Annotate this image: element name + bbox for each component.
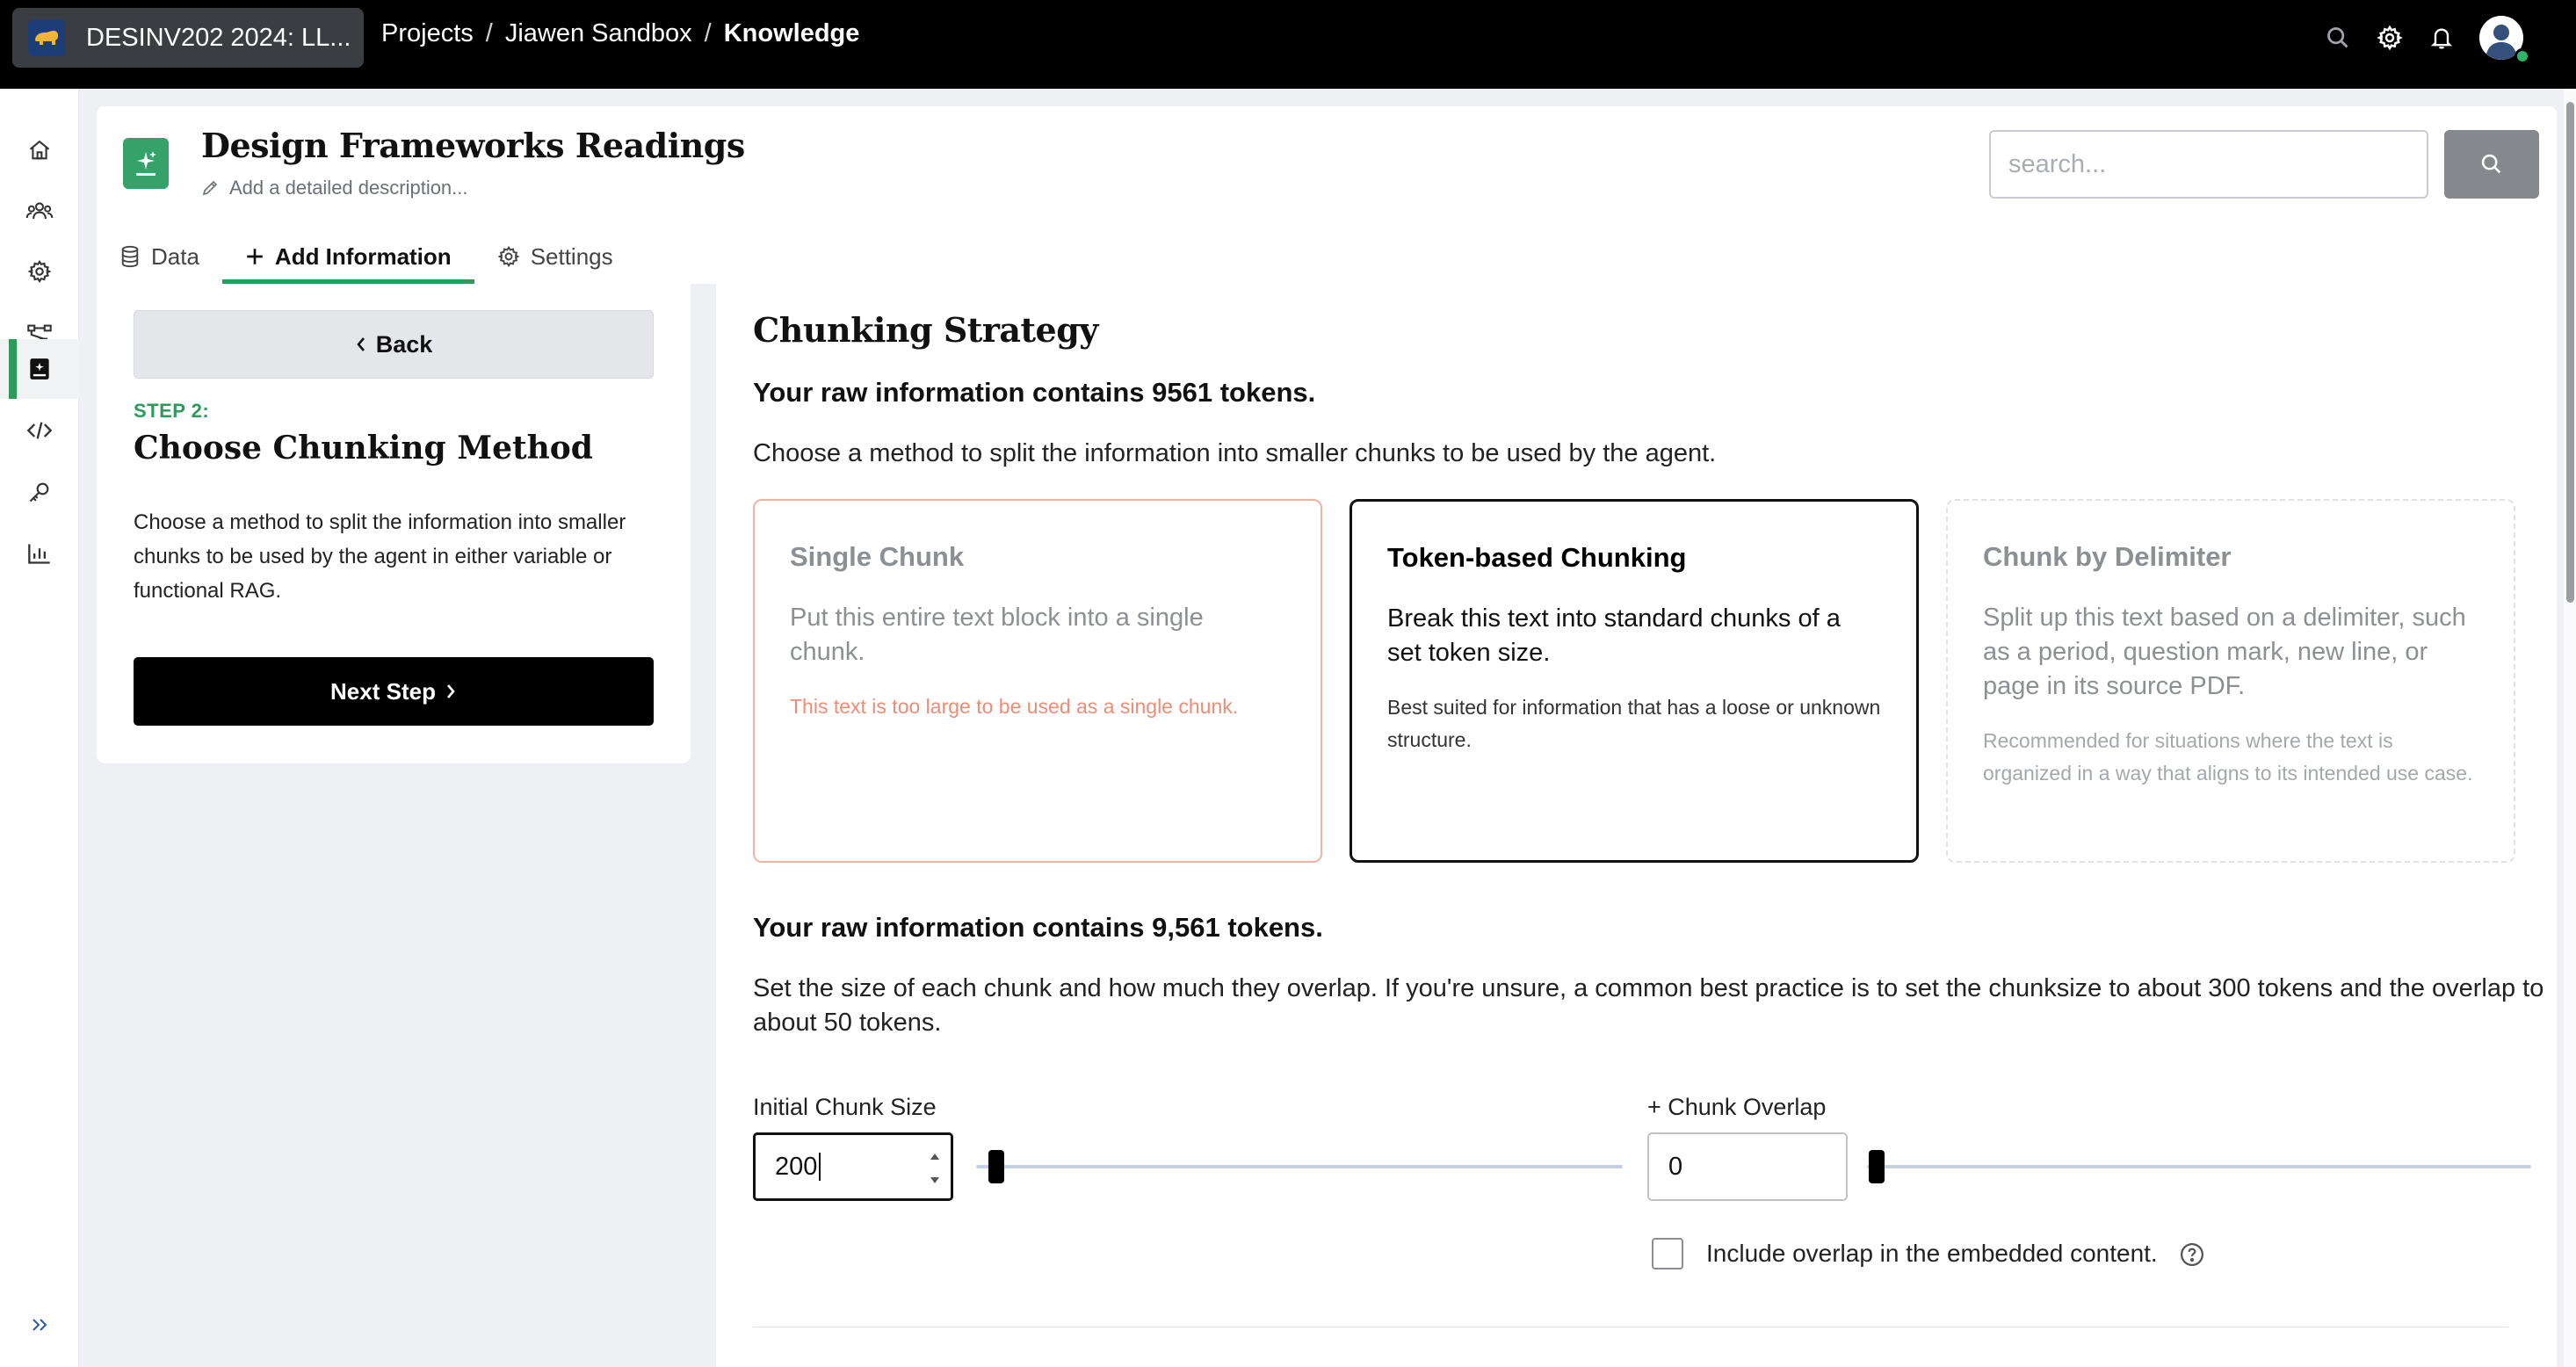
code-icon[interactable] bbox=[0, 401, 79, 460]
tab-settings[interactable]: Settings bbox=[474, 229, 636, 284]
search-icon[interactable] bbox=[2324, 24, 2352, 52]
option-note: Best suited for information that has a l… bbox=[1387, 696, 1881, 751]
tab-add-information-label: Add Information bbox=[274, 242, 452, 270]
option-single-chunk[interactable]: Single Chunk Put this entire text block … bbox=[753, 499, 1322, 863]
tab-bar: Data Add Information Settings bbox=[97, 229, 636, 284]
gear-icon[interactable] bbox=[2376, 24, 2404, 52]
scrollbar-thumb[interactable] bbox=[2566, 102, 2574, 603]
token-count: Your raw information contains 9561 token… bbox=[753, 377, 1316, 408]
option-title: Chunk by Delimiter bbox=[1983, 541, 2232, 572]
chunk-overlap-label: + Chunk Overlap bbox=[1647, 1094, 1827, 1120]
chevron-right-icon bbox=[446, 684, 455, 698]
step-title: Choose Chunking Method bbox=[134, 430, 593, 467]
breadcrumb-knowledge: Knowledge bbox=[723, 19, 860, 47]
breadcrumb-separator: / bbox=[485, 19, 493, 47]
tab-add-information[interactable]: Add Information bbox=[221, 229, 474, 284]
option-description: Split up this text based on a delimiter,… bbox=[1983, 604, 2466, 700]
step-description: Choose a method to split the information… bbox=[134, 510, 626, 603]
chunk-size-input[interactable]: 200 bbox=[753, 1132, 953, 1201]
description-placeholder: Add a detailed description... bbox=[229, 177, 468, 199]
plus-icon bbox=[247, 249, 263, 264]
key-icon[interactable] bbox=[0, 462, 79, 522]
chunk-overlap-value: 0 bbox=[1668, 1152, 1683, 1181]
course-title: DESINV202 2024: LL... bbox=[86, 23, 351, 52]
search-icon bbox=[2481, 154, 2501, 174]
breadcrumb: Projects / Jiawen Sandbox / Knowledge bbox=[381, 19, 859, 48]
knowledge-book-icon bbox=[123, 138, 169, 189]
description-editor[interactable]: Add a detailed description... bbox=[201, 177, 468, 199]
database-icon bbox=[121, 245, 139, 268]
option-token-based-chunking[interactable]: Token-based Chunking Break this text int… bbox=[1350, 499, 1919, 863]
stepper-arrows-icon[interactable] bbox=[928, 1151, 942, 1186]
chunk-size-slider-track[interactable] bbox=[976, 1165, 1623, 1168]
option-error-note: This text is too large to be used as a s… bbox=[790, 695, 1239, 718]
step-number: STEP 2: bbox=[134, 400, 210, 422]
section-title: Chunking Strategy bbox=[753, 310, 1098, 350]
breadcrumb-sandbox[interactable]: Jiawen Sandbox bbox=[505, 19, 692, 48]
option-chunk-by-delimiter[interactable]: Chunk by Delimiter Split up this text ba… bbox=[1946, 499, 2515, 863]
option-description: Put this entire text block into a single… bbox=[790, 604, 1204, 666]
chunk-size-label: Initial Chunk Size bbox=[753, 1094, 937, 1120]
gear-icon bbox=[497, 245, 520, 268]
pencil-icon bbox=[202, 180, 218, 196]
next-step-label: Next Step bbox=[330, 677, 436, 705]
option-title: Single Chunk bbox=[790, 541, 965, 572]
bear-logo-icon bbox=[28, 19, 65, 56]
home-icon[interactable] bbox=[0, 120, 79, 180]
breadcrumb-separator: / bbox=[704, 19, 712, 47]
chunk-overlap-slider-track[interactable] bbox=[1867, 1165, 2531, 1168]
users-icon[interactable] bbox=[0, 181, 79, 241]
next-step-button[interactable]: Next Step bbox=[134, 657, 654, 726]
back-button-label: Back bbox=[375, 330, 433, 358]
token-count-formatted: Your raw information contains 9,561 toke… bbox=[753, 912, 1323, 943]
expand-icon[interactable] bbox=[30, 1315, 51, 1339]
chunk-overlap-input[interactable]: 0 bbox=[1647, 1132, 1848, 1201]
page-title: Design Frameworks Readings bbox=[201, 126, 745, 165]
search-input[interactable] bbox=[1989, 130, 2428, 199]
knowledge-icon[interactable] bbox=[0, 339, 79, 399]
chunk-overlap-slider-handle[interactable] bbox=[1869, 1150, 1885, 1183]
step-panel: Back STEP 2: Choose Chunking Method Choo… bbox=[97, 284, 691, 763]
gear-icon[interactable] bbox=[0, 242, 79, 301]
tab-data[interactable]: Data bbox=[97, 229, 222, 284]
bell-icon[interactable] bbox=[2428, 24, 2456, 52]
left-rail bbox=[0, 89, 79, 1367]
option-note: Recommended for situations where the tex… bbox=[1983, 729, 2473, 785]
option-title: Token-based Chunking bbox=[1387, 542, 1687, 573]
chunk-size-value: 200 bbox=[775, 1152, 818, 1181]
method-intro: Choose a method to split the information… bbox=[753, 439, 1717, 467]
tab-settings-label: Settings bbox=[530, 242, 613, 270]
course-switcher[interactable]: DESINV202 2024: LL... bbox=[12, 8, 364, 68]
chunking-strategy-panel: Chunking Strategy Your raw information c… bbox=[716, 284, 2557, 1367]
back-button[interactable]: Back bbox=[134, 310, 654, 379]
include-overlap-label: Include overlap in the embedded content. bbox=[1706, 1240, 2158, 1267]
knowledge-header: Design Frameworks Readings Add a detaile… bbox=[97, 106, 2557, 284]
tab-data-label: Data bbox=[151, 242, 199, 270]
include-overlap-checkbox[interactable] bbox=[1652, 1238, 1683, 1269]
chevron-left-icon bbox=[357, 337, 365, 351]
chart-icon[interactable] bbox=[0, 524, 79, 583]
help-circle-icon[interactable] bbox=[2179, 1241, 2205, 1272]
online-status-dot bbox=[2514, 48, 2530, 64]
chunk-size-description: Set the size of each chunk and how much … bbox=[753, 974, 2544, 1037]
search-button[interactable] bbox=[2444, 130, 2539, 199]
top-bar: DESINV202 2024: LL... Projects / Jiawen … bbox=[0, 0, 2576, 89]
option-description: Break this text into standard chunks of … bbox=[1387, 604, 1841, 667]
chunk-size-slider-handle[interactable] bbox=[988, 1150, 1004, 1183]
breadcrumb-projects[interactable]: Projects bbox=[381, 19, 474, 48]
